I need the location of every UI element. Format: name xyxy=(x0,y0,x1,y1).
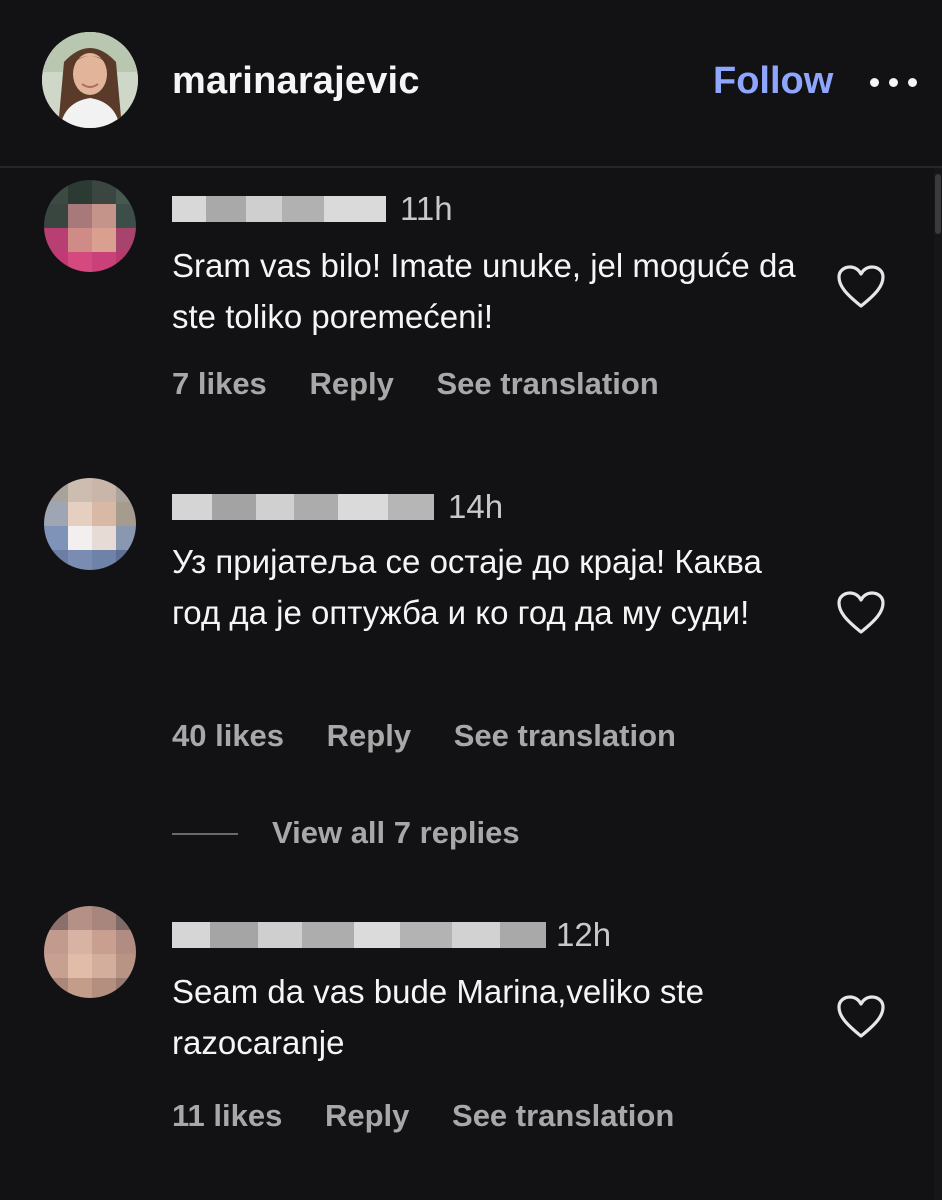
heart-outline-icon[interactable] xyxy=(836,590,886,636)
see-translation-button[interactable]: See translation xyxy=(454,718,676,753)
heart-outline-icon[interactable] xyxy=(836,264,886,310)
commenter-avatar-blurred[interactable] xyxy=(44,906,136,998)
comment-text: Уз пријатеља се остаје до краја! Каква г… xyxy=(172,543,762,631)
post-header: marinarajevic Follow xyxy=(0,0,942,168)
comments-panel: marinarajevic Follow 11h Sram vas bilo! … xyxy=(0,0,942,1200)
see-translation-button[interactable]: See translation xyxy=(452,1098,674,1133)
commenter-username-blurred[interactable] xyxy=(172,494,434,520)
likes-count[interactable]: 11 likes xyxy=(172,1098,282,1133)
comment-actions: 7 likes Reply See translation xyxy=(172,366,693,402)
heart-outline-icon[interactable] xyxy=(836,994,886,1040)
more-horizontal-icon[interactable] xyxy=(868,76,920,90)
replies-divider-line xyxy=(172,833,238,835)
likes-count[interactable]: 7 likes xyxy=(172,366,267,401)
follow-button[interactable]: Follow xyxy=(713,60,833,103)
comment-time: 12h xyxy=(556,916,612,953)
reply-button[interactable]: Reply xyxy=(327,718,411,753)
likes-count[interactable]: 40 likes xyxy=(172,718,284,753)
comment-text: Seam da vas bude Marina,veliko ste razoc… xyxy=(172,973,704,1061)
owner-avatar[interactable] xyxy=(42,32,138,128)
see-translation-button[interactable]: See translation xyxy=(436,366,658,401)
commenter-avatar-blurred[interactable] xyxy=(44,180,136,272)
comment-actions: 40 likes Reply See translation xyxy=(172,718,710,754)
comment-actions: 11 likes Reply See translation xyxy=(172,1098,708,1134)
commenter-username-blurred[interactable] xyxy=(172,196,386,222)
view-all-replies-button[interactable]: View all 7 replies xyxy=(272,815,520,851)
scrollbar-thumb[interactable] xyxy=(935,174,941,234)
commenter-avatar-blurred[interactable] xyxy=(44,478,136,570)
owner-avatar-image xyxy=(42,32,138,128)
scrollbar[interactable] xyxy=(934,168,942,1200)
owner-username[interactable]: marinarajevic xyxy=(172,60,420,103)
comment-time: 11h xyxy=(400,190,453,227)
commenter-username-blurred[interactable] xyxy=(172,922,546,948)
comment-text: Sram vas bilo! Imate unuke, jel moguće d… xyxy=(172,247,796,335)
reply-button[interactable]: Reply xyxy=(309,366,393,401)
reply-button[interactable]: Reply xyxy=(325,1098,409,1133)
comment-time: 14h xyxy=(448,488,504,525)
